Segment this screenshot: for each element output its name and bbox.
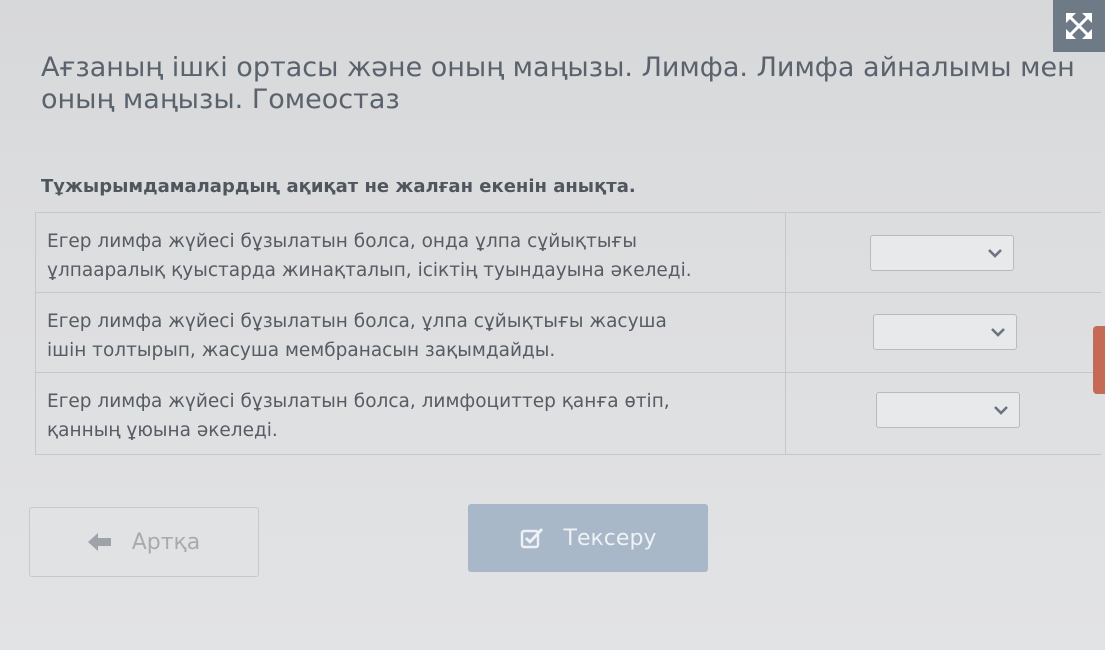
table-row: Егер лимфа жүйесі бұзылатын болса, ұлпа … <box>35 293 1101 373</box>
back-button-label: Артқа <box>131 529 201 555</box>
expand-arrows-icon <box>1065 12 1093 40</box>
page: Ағзаның ішкі ортасы және оның маңызы. Ли… <box>0 0 1105 650</box>
statement-text: Егер лимфа жүйесі бұзылатын болса, лимфо… <box>35 373 786 454</box>
checkbox-check-icon <box>520 528 543 549</box>
statement-line: Егер лимфа жүйесі бұзылатын болса, лимфо… <box>47 391 670 412</box>
table-row: Егер лимфа жүйесі бұзылатын болса, онда … <box>35 213 1101 293</box>
scroll-indicator[interactable] <box>1093 326 1105 394</box>
true-false-dropdown[interactable] <box>870 235 1014 271</box>
fullscreen-button[interactable] <box>1053 0 1105 52</box>
statement-text: Егер лимфа жүйесі бұзылатын болса, ұлпа … <box>35 293 786 372</box>
statement-line: қанның ұюына әкеледі. <box>47 420 278 441</box>
check-button-label: Тексеру <box>563 525 657 551</box>
task-instruction: Тұжырымдамалардың ақиқат не жалған екені… <box>41 176 636 197</box>
true-false-dropdown[interactable] <box>876 392 1020 428</box>
chevron-down-icon <box>991 328 1005 337</box>
back-button[interactable]: Артқа <box>29 507 259 577</box>
true-false-dropdown[interactable] <box>873 314 1017 350</box>
statement-line: ұлпааралық қуыстарда жинақталып, ісіктің… <box>47 260 692 281</box>
chevron-down-icon <box>988 249 1002 258</box>
table-row: Егер лимфа жүйесі бұзылатын болса, лимфо… <box>35 373 1101 455</box>
statement-line: ішін толтырып, жасуша мембранасын зақымд… <box>47 340 556 361</box>
chevron-down-icon <box>994 406 1008 415</box>
statement-line: Егер лимфа жүйесі бұзылатын болса, ұлпа … <box>47 311 667 332</box>
statement-text: Егер лимфа жүйесі бұзылатын болса, онда … <box>35 213 786 292</box>
answer-cell <box>786 373 1101 454</box>
answer-cell <box>786 213 1101 292</box>
arrow-left-icon <box>87 533 111 551</box>
statements-table: Егер лимфа жүйесі бұзылатын болса, онда … <box>35 212 1101 455</box>
page-title: Ағзаның ішкі ортасы және оның маңызы. Ли… <box>41 52 1075 115</box>
answer-cell <box>786 293 1101 372</box>
check-button[interactable]: Тексеру <box>468 504 708 572</box>
statement-line: Егер лимфа жүйесі бұзылатын болса, онда … <box>47 231 637 252</box>
